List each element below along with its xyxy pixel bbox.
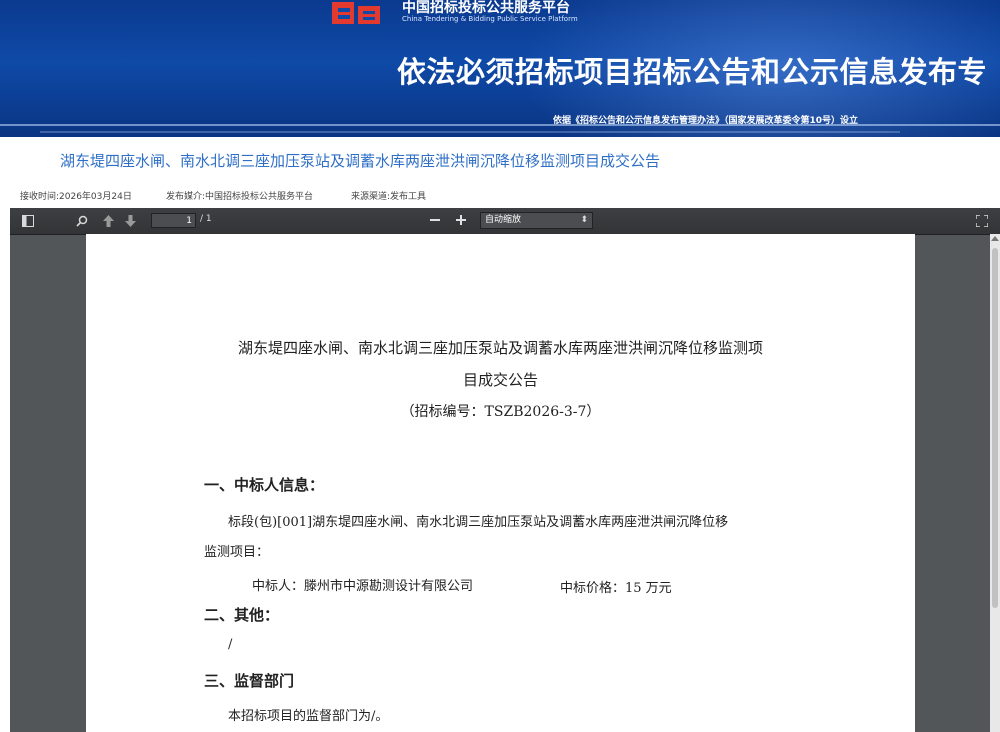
arrow-down-icon[interactable]: [125, 215, 136, 227]
section1-heading: 一、中标人信息：: [204, 476, 325, 494]
scrollbar-thumb[interactable]: [992, 248, 998, 608]
winning-price: 中标价格：15 万元: [560, 581, 672, 596]
chevron-down-icon: ⬍: [580, 215, 588, 225]
fullscreen-icon[interactable]: [976, 215, 988, 227]
section2-body: /: [228, 637, 233, 652]
section2-heading: 二、其他：: [204, 606, 280, 624]
pdf-page: 湖东堤四座水闸、南水北调三座加压泵站及调蓄水库两座泄洪闸沉降位移监测项 目成交公…: [86, 234, 915, 732]
pdf-viewer: 1 / 1 自动缩放 ⬍ 湖东堤四座水闸、南水北调三座加压泵站及调蓄水库两座泄洪…: [10, 208, 1000, 732]
banner-basis: 依据《招标公告和公示信息发布管理办法》（国家发展改革委令第10号）设立: [553, 116, 859, 126]
document-title-line1: 湖东堤四座水闸、南水北调三座加压泵站及调蓄水库两座泄洪闸沉降位移监测项: [237, 339, 763, 357]
vertical-scrollbar[interactable]: [990, 234, 1000, 732]
received-time: 接收时间:2026年03月24日: [20, 192, 132, 202]
header-banner: 中国招标投标公共服务平台 China Tendering & Bidding P…: [0, 0, 1000, 137]
source-channel: 来源渠道:发布工具: [351, 192, 427, 202]
tender-code: （招标编号：TSZB2026-3-7）: [400, 404, 601, 420]
scroll-up-icon[interactable]: [991, 236, 999, 241]
section1-line2: 监测项目：: [204, 545, 270, 560]
minus-icon[interactable]: [430, 219, 440, 222]
platform-name-en: China Tendering & Bidding Public Service…: [402, 15, 578, 23]
platform-logo-icon: [332, 2, 380, 24]
page-total: / 1: [200, 214, 212, 224]
document-title-line2: 目成交公告: [462, 371, 538, 389]
banner-headline: 依法必须招标项目招标公告和公示信息发布专: [397, 55, 988, 89]
page-number-input[interactable]: 1: [151, 213, 196, 228]
zoom-select-value: 自动缩放: [485, 215, 522, 225]
zoom-select[interactable]: 自动缩放 ⬍: [480, 212, 593, 229]
section3-body: 本招标项目的监督部门为/。: [228, 709, 389, 724]
banner-stripe: [40, 131, 900, 133]
sidebar-toggle-icon[interactable]: [22, 215, 34, 227]
announcement-title: 湖东堤四座水闸、南水北调三座加压泵站及调蓄水库两座泄洪闸沉降位移监测项目成交公告: [60, 152, 661, 170]
publish-media: 发布媒介:中国招标投标公共服务平台: [166, 192, 314, 202]
section3-heading: 三、监督部门: [204, 672, 295, 690]
section1-line1: 标段(包)[001]湖东堤四座水闸、南水北调三座加压泵站及调蓄水库两座泄洪闸沉降…: [228, 515, 729, 530]
winner: 中标人：滕州市中源勘测设计有限公司: [252, 579, 474, 594]
search-icon[interactable]: [76, 215, 88, 227]
plus-icon[interactable]: [456, 215, 466, 225]
pdf-toolbar: 1 / 1 自动缩放 ⬍: [10, 208, 1000, 235]
arrow-up-icon[interactable]: [103, 215, 114, 227]
